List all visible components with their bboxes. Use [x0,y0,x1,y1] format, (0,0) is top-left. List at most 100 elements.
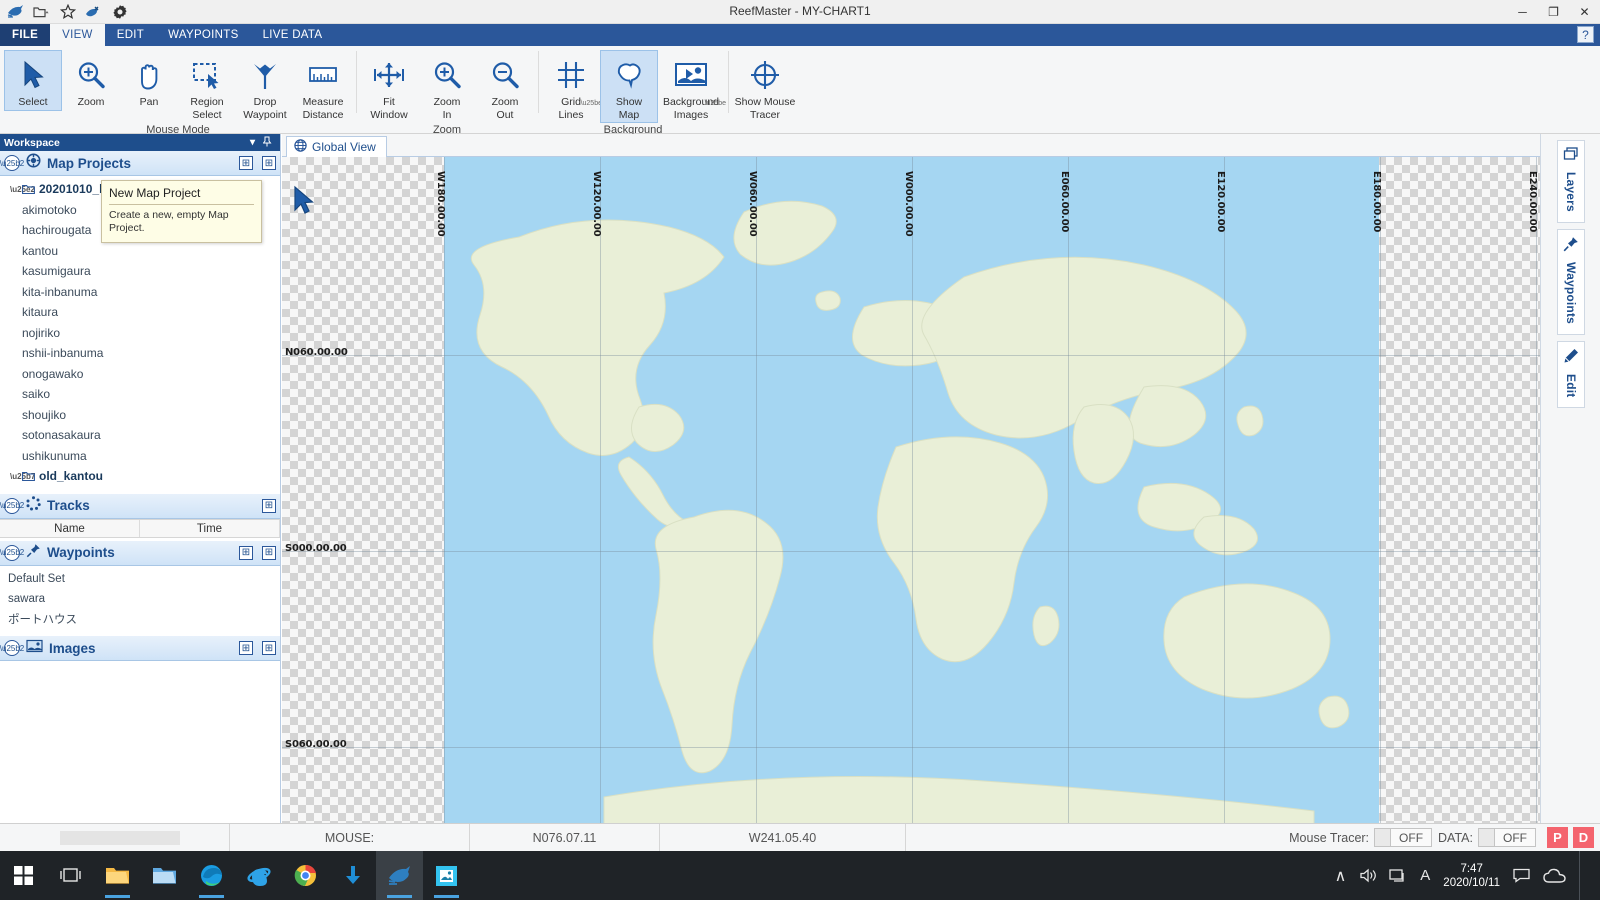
new-map-project-button[interactable]: ⊞ [239,156,253,170]
list-item-sawara[interactable]: sawara [0,589,280,610]
chevron-down-icon[interactable]: \u25be [581,100,602,107]
edge-button[interactable] [188,851,235,900]
chevron-up-icon[interactable]: \u25b2 [0,497,24,514]
tool-drop-waypoint-label-2: Waypoint [243,108,287,121]
triangle-down-icon[interactable]: \u25e2 [10,185,35,194]
chevron-down-icon[interactable]: ▾ [246,137,259,148]
task-view-button[interactable] [47,851,94,900]
map-canvas[interactable]: N060.00.00 S000.00.00 S060.00.00 W180.00… [282,157,1540,823]
tool-show-map-button[interactable]: Show Map [600,50,658,123]
ribbon-tab-edit[interactable]: EDIT [105,24,156,46]
tree-item-nojiriko[interactable]: nojiriko [0,323,280,344]
notification-icon[interactable] [1513,868,1530,883]
show-desktop-button[interactable] [1579,851,1586,900]
tree-item-label: kita-inbanuma [22,284,98,299]
help-button[interactable]: ? [1577,26,1594,43]
tree-folder-old-kantou[interactable]: \u25b7 old_kantou [0,466,280,487]
tree-item-saiko[interactable]: saiko [0,384,280,405]
tree-item-nshii-inbanuma[interactable]: nshii-inbanuma [0,343,280,364]
tool-background-images-button[interactable]: Background Images \u25be [658,50,726,123]
cloud-icon[interactable] [1543,868,1566,884]
network-icon[interactable] [1389,868,1407,883]
ribbon-tab-waypoints[interactable]: WAYPOINTS [156,24,250,46]
tool-grid-lines-button[interactable]: Grid Lines \u25be [542,50,602,123]
tree-item-label: nshii-inbanuma [22,346,104,361]
list-item-default-set[interactable]: Default Set [0,569,280,590]
tool-measure-distance-button[interactable]: Measure Distance [294,50,352,123]
tracks-column-name[interactable]: Name [0,519,140,537]
file-explorer-button[interactable] [94,851,141,900]
hand-icon [136,54,163,96]
tool-fit-window-button[interactable]: Fit Window [360,50,418,123]
tree-item-label: hachirougata [22,223,92,238]
minimize-button[interactable]: ─ [1507,0,1538,24]
side-tab-waypoints-label: Waypoints [1564,261,1578,324]
tool-pan-button[interactable]: Pan [120,50,178,111]
chevron-down-icon[interactable]: \u25be [705,100,726,107]
panel-header-tracks[interactable]: \u25b2 Tracks ⊞ [0,493,280,519]
tree-item-label: sotonasakaura [22,428,101,443]
folder-button[interactable] [141,851,188,900]
tree-item-kitaura[interactable]: kitaura [0,302,280,323]
download-button[interactable] [329,851,376,900]
internet-explorer-button[interactable] [235,851,282,900]
mouse-tracer-toggle[interactable]: OFF [1374,828,1433,847]
side-tab-waypoints[interactable]: Waypoints [1557,228,1585,335]
ribbon-group-background: Grid Lines \u25be Show Map Background Im… [538,46,728,136]
app-button[interactable] [423,851,470,900]
chevron-up-icon[interactable]: \u25b2 [0,155,24,171]
status-badge-p[interactable]: P [1547,827,1568,848]
chevron-up-icon[interactable]: ∧ [1335,866,1347,886]
close-button[interactable]: ✕ [1569,0,1600,24]
tree-item-kasumigaura[interactable]: kasumigaura [0,261,280,282]
lon-label-e060: E060.00.00 [1059,171,1070,233]
ribbon-tab-file[interactable]: FILE [0,24,51,46]
side-tab-layers[interactable]: Layers [1557,140,1585,223]
tool-zoom-in-button[interactable]: Zoom In [418,50,476,123]
tool-select-label: Select [18,96,48,108]
ribbon-tab-live-data[interactable]: LIVE DATA [251,24,335,46]
fit-window-icon [373,54,405,96]
tool-drop-waypoint-button[interactable]: Drop Waypoint [236,50,294,123]
magnifier-plus-icon [76,54,106,96]
reefmaster-button[interactable] [376,851,423,900]
status-badge-d[interactable]: D [1573,827,1594,848]
list-item-boathouse[interactable]: ポートハウス [0,610,280,631]
tree-item-kantou[interactable]: kantou [0,241,280,262]
tool-region-select-button[interactable]: Region Select [178,50,236,123]
triangle-right-icon[interactable]: \u25b7 [10,472,35,481]
tree-item-kita-inbanuma[interactable]: kita-inbanuma [0,282,280,303]
panel-header-waypoints[interactable]: \u25b2 Waypoints ⊞ ⊞ [0,540,280,566]
new-waypoint-set-button[interactable]: ⊞ [239,545,253,560]
panel-header-map-projects[interactable]: \u25b2 Map Projects ⊞ ⊞ [0,151,280,176]
tool-select-button[interactable]: Select [4,50,62,111]
chevron-up-icon[interactable]: \u25b2 [0,640,24,656]
add-map-project-button[interactable]: ⊞ [262,156,276,170]
add-image-button[interactable]: ⊞ [262,641,276,655]
side-tab-edit[interactable]: Edit [1557,340,1585,409]
tab-global-view[interactable]: Global View [286,136,387,157]
chrome-button[interactable] [282,851,329,900]
restore-button[interactable]: ❐ [1538,0,1569,24]
language-indicator[interactable]: A [1420,867,1430,884]
new-image-button[interactable]: ⊞ [239,641,253,655]
tool-show-mouse-tracer-button[interactable]: Show Mouse Tracer [732,50,798,123]
panel-header-images[interactable]: \u25b2 Images ⊞ ⊞ [0,636,280,661]
tool-zoom-button[interactable]: Zoom [62,50,120,111]
tree-item-shoujiko[interactable]: shoujiko [0,405,280,426]
add-waypoint-button[interactable]: ⊞ [262,545,276,560]
tree-item-onogawako[interactable]: onogawako [0,364,280,385]
lon-label-w060: W060.00.00 [747,171,758,237]
taskbar-clock[interactable]: 7:47 2020/10/11 [1443,862,1500,890]
data-toggle[interactable]: OFF [1478,828,1536,847]
tree-item-ushikunuma[interactable]: ushikunuma [0,446,280,467]
ribbon-tab-view[interactable]: VIEW [50,24,105,46]
tool-zoom-out-button[interactable]: Zoom Out [476,50,534,123]
chevron-up-icon[interactable]: \u25b2 [0,544,24,561]
tracks-column-time[interactable]: Time [140,519,280,537]
add-track-button[interactable]: ⊞ [262,498,276,513]
start-button[interactable] [0,851,47,900]
volume-icon[interactable] [1359,868,1377,883]
tree-item-sotonasakaura[interactable]: sotonasakaura [0,425,280,446]
pin-icon[interactable] [259,136,276,150]
